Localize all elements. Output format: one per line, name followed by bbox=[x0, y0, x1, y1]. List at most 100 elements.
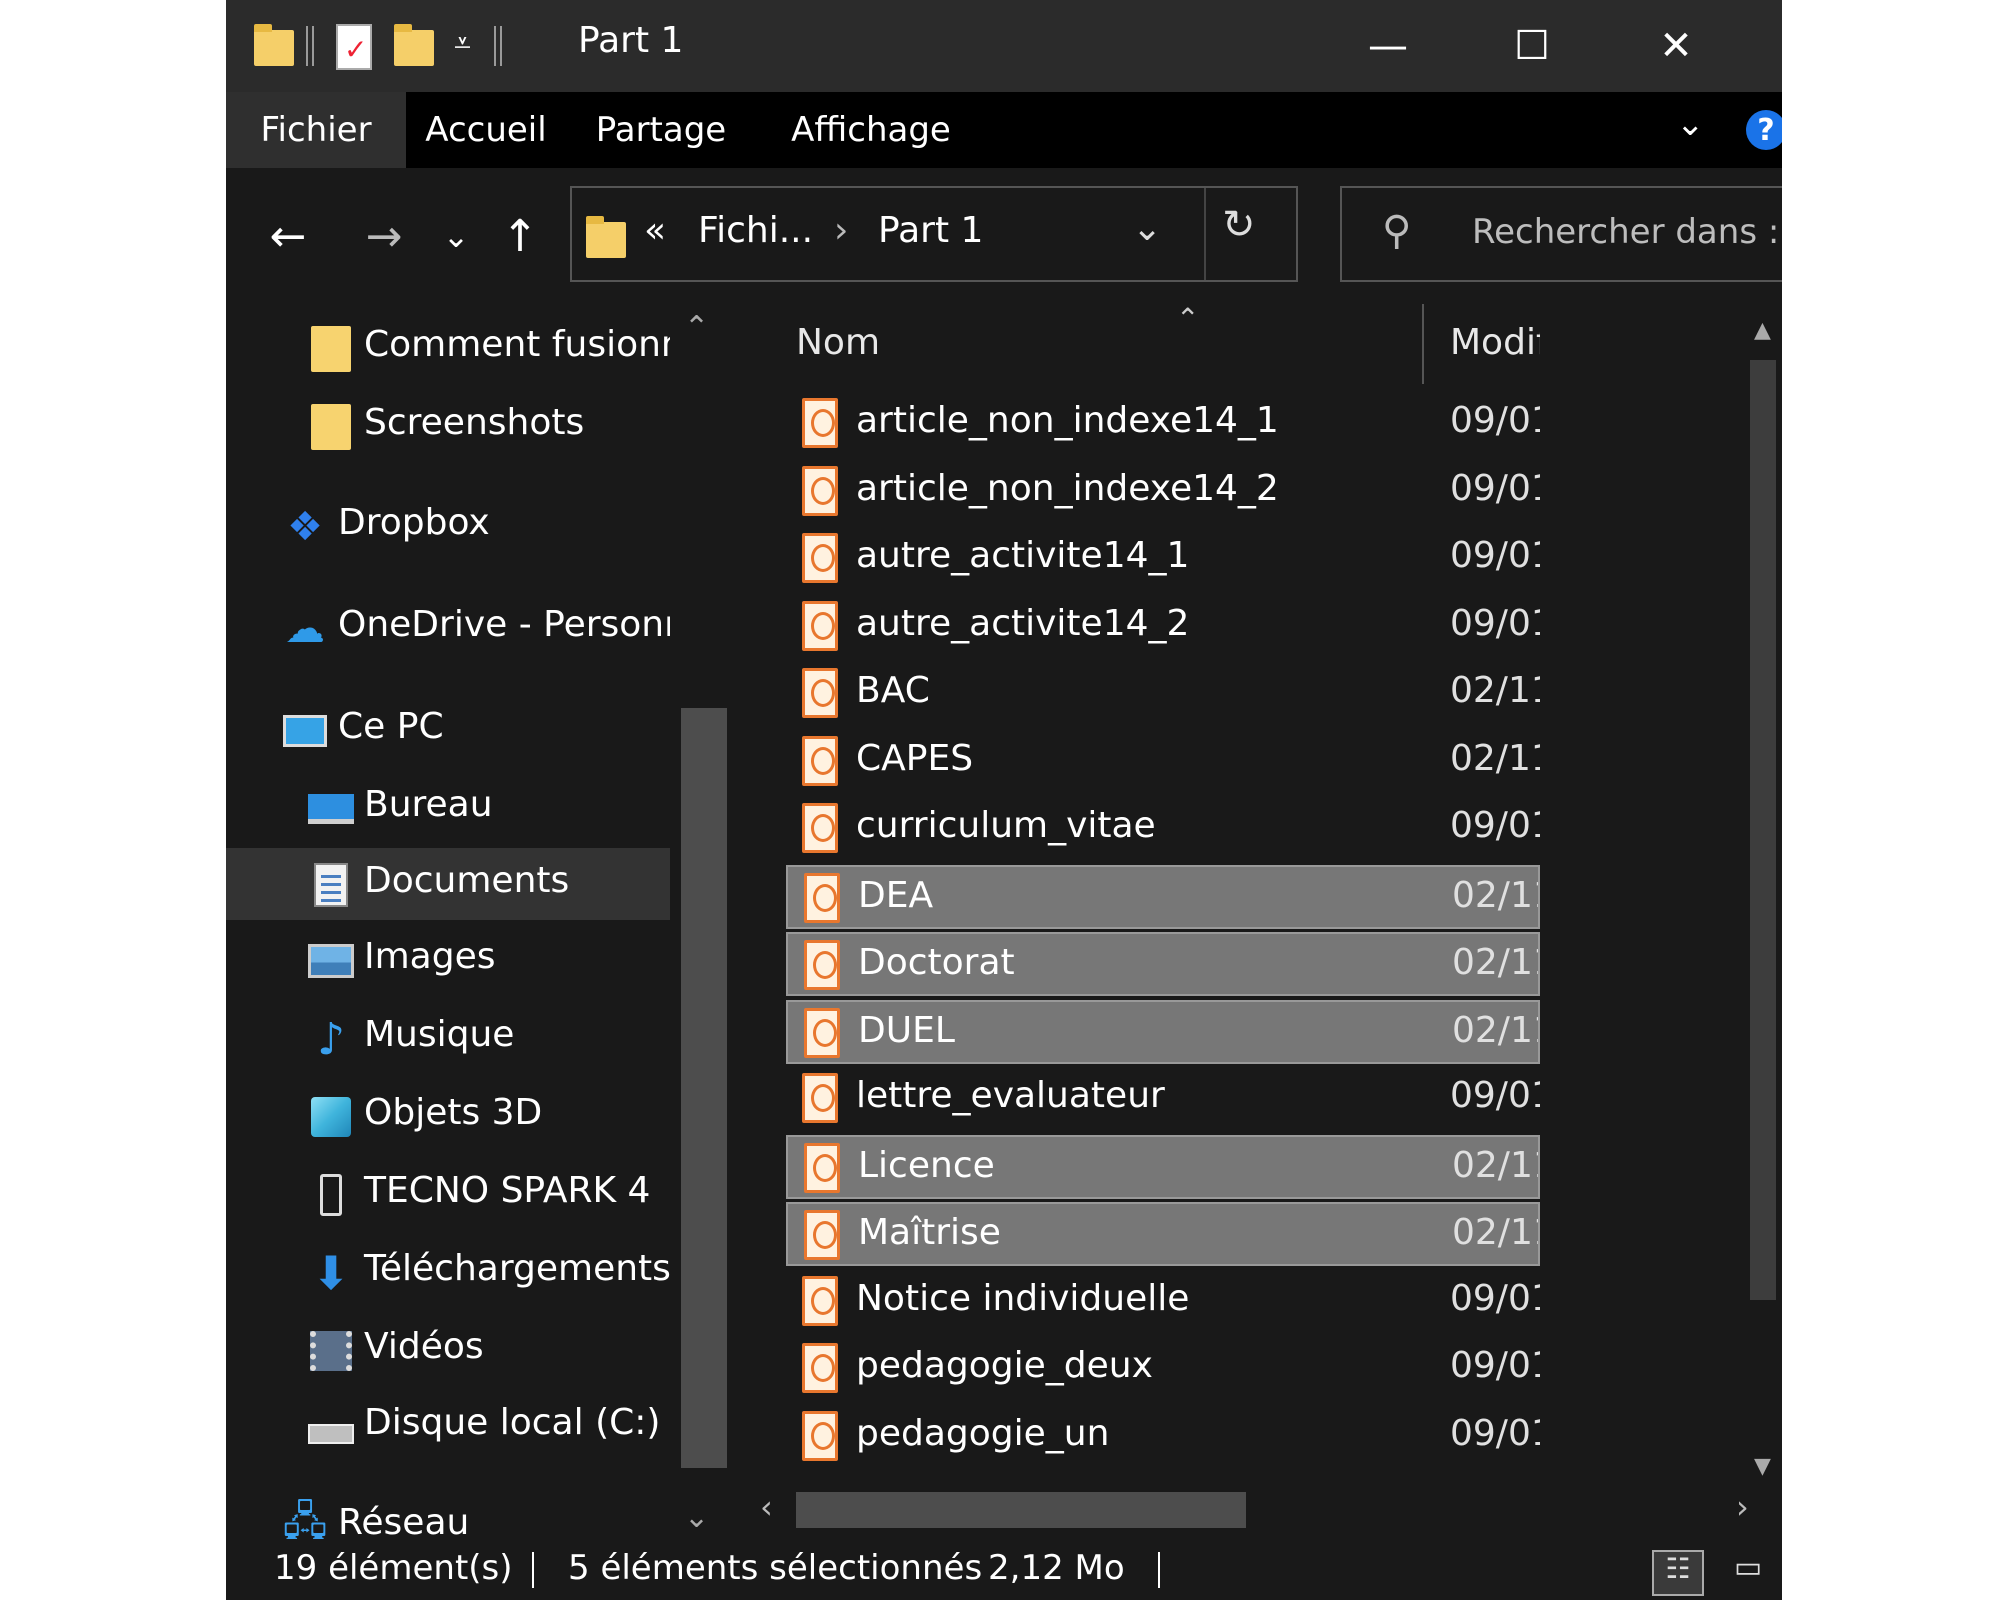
scroll-left-icon[interactable]: ‹ bbox=[760, 1488, 773, 1526]
network-icon: 🖧 bbox=[282, 1499, 328, 1540]
nav-item-label: OneDrive - Personnel bbox=[338, 604, 670, 645]
hscroll-thumb[interactable] bbox=[796, 1492, 1246, 1528]
download-icon: ⬇ bbox=[311, 1246, 351, 1300]
file-row[interactable]: pedagogie_deux 09/01/2 bbox=[786, 1337, 1540, 1401]
column-header-modifie[interactable]: Modifié le bbox=[1450, 322, 1540, 363]
tab-accueil[interactable]: Accueil bbox=[406, 92, 566, 168]
drive-icon bbox=[308, 1404, 354, 1450]
nav-item-label: Ce PC bbox=[338, 706, 444, 747]
overflow-icon[interactable]: « bbox=[644, 210, 666, 251]
scroll-right-icon[interactable]: › bbox=[1736, 1488, 1749, 1526]
horizontal-scrollbar[interactable]: ‹ › bbox=[736, 1480, 1782, 1540]
file-date: 09/01/2 bbox=[1450, 602, 1540, 644]
pdf-file-icon bbox=[804, 1210, 840, 1260]
nav-item-bureau[interactable]: Bureau bbox=[226, 772, 670, 844]
tab-partage[interactable]: Partage bbox=[566, 92, 756, 168]
computer-icon bbox=[282, 708, 328, 754]
new-folder-icon[interactable] bbox=[394, 24, 434, 66]
breadcrumb-chevron-icon[interactable]: › bbox=[834, 210, 848, 251]
nav-item-objets-3d[interactable]: Objets 3D bbox=[226, 1080, 670, 1152]
file-row[interactable]: autre_activite14_2 09/01/2 bbox=[786, 595, 1540, 659]
nav-item-screenshots[interactable]: Screenshots bbox=[226, 390, 670, 462]
nav-item-disque-local[interactable]: Disque local (C:) bbox=[226, 1390, 670, 1462]
search-icon: ⚲ bbox=[1382, 208, 1412, 254]
pdf-file-icon bbox=[802, 1410, 838, 1461]
refresh-icon[interactable]: ↻ bbox=[1222, 202, 1256, 248]
nav-item-reseau[interactable]: 🖧 Réseau bbox=[226, 1490, 670, 1540]
forward-arrow-icon[interactable]: → bbox=[354, 198, 414, 274]
nav-item-documents[interactable]: Documents bbox=[226, 848, 670, 920]
breadcrumb-part1[interactable]: Part 1 bbox=[878, 210, 983, 251]
file-scroll-down-icon[interactable]: ▼ bbox=[1754, 1454, 1771, 1479]
minimize-button[interactable]: — bbox=[1316, 0, 1460, 92]
file-row[interactable]: article_non_indexe14_2 09/01/2 bbox=[786, 460, 1540, 524]
nav-scroll-down-icon[interactable]: ⌄ bbox=[684, 1500, 709, 1535]
pdf-file-icon bbox=[802, 803, 838, 853]
large-icons-view-icon[interactable]: ▭ bbox=[1726, 1550, 1770, 1596]
nav-item-comment-fusionner[interactable]: Comment fusionner bbox=[226, 312, 670, 384]
details-view-icon[interactable]: ☷ bbox=[1652, 1550, 1704, 1596]
file-name: Notice individuelle bbox=[856, 1277, 1190, 1319]
column-divider[interactable] bbox=[1422, 304, 1424, 384]
phone-icon bbox=[308, 1172, 354, 1218]
item-count: 19 élément(s) bbox=[274, 1548, 513, 1588]
nav-item-label: Disque local (C:) bbox=[364, 1402, 661, 1443]
customize-qa-icon[interactable]: ⩡ bbox=[454, 26, 471, 61]
back-arrow-icon[interactable]: ← bbox=[258, 198, 318, 274]
file-date: 02/11/2 bbox=[1452, 942, 1538, 983]
close-button[interactable]: ✕ bbox=[1604, 0, 1748, 92]
file-row[interactable]: pedagogie_un 09/01/2 bbox=[786, 1405, 1540, 1469]
file-scroll-up-icon[interactable]: ▲ bbox=[1754, 318, 1771, 343]
nav-item-images[interactable]: Images bbox=[226, 924, 670, 996]
file-row[interactable]: curriculum_vitae 09/01/2 bbox=[786, 797, 1540, 861]
recent-locations-chevron-icon[interactable]: ⌄ bbox=[432, 198, 480, 274]
nav-scroll-up-icon[interactable]: ⌃ bbox=[684, 310, 709, 345]
file-row[interactable]: lettre_evaluateur 09/01/2 bbox=[786, 1067, 1540, 1131]
file-scrollbar-thumb[interactable] bbox=[1750, 360, 1776, 1300]
search-input[interactable]: ⚲ Rechercher dans : ... bbox=[1340, 186, 1782, 282]
nav-item-videos[interactable]: Vidéos bbox=[226, 1314, 670, 1386]
separator bbox=[1204, 188, 1206, 280]
separator bbox=[1158, 1552, 1160, 1588]
maximize-button[interactable]: ☐ bbox=[1460, 0, 1604, 92]
tab-fichier[interactable]: Fichier bbox=[226, 92, 406, 168]
properties-icon[interactable]: ✓ bbox=[336, 24, 372, 70]
file-row[interactable]: Licence 02/11/2 bbox=[786, 1134, 1540, 1199]
breadcrumb-fichiers[interactable]: Fichi... bbox=[698, 210, 813, 251]
ribbon-collapse-chevron-icon[interactable]: ⌄ bbox=[1676, 104, 1705, 144]
file-row[interactable]: article_non_indexe14_1 09/01/2 bbox=[786, 392, 1540, 456]
file-date: 02/11/2 bbox=[1452, 874, 1538, 916]
folder-icon bbox=[254, 24, 294, 66]
file-row[interactable]: CAPES 02/11/2 bbox=[786, 730, 1540, 794]
nav-item-ce-pc[interactable]: Ce PC bbox=[226, 694, 670, 766]
file-row[interactable]: Doctorat 02/11/2 bbox=[786, 932, 1540, 996]
documents-icon bbox=[308, 862, 354, 908]
file-row[interactable]: DUEL 02/11/2 bbox=[786, 999, 1540, 1064]
tab-affichage[interactable]: Affichage bbox=[756, 92, 986, 168]
address-dropdown-icon[interactable]: ⌄ bbox=[1132, 208, 1162, 249]
file-row[interactable]: Maîtrise 02/11/2 bbox=[786, 1202, 1540, 1266]
nav-item-tecno-spark[interactable]: TECNO SPARK 4 bbox=[226, 1158, 670, 1230]
file-name: Licence bbox=[858, 1144, 995, 1186]
nav-item-onedrive[interactable]: ☁ OneDrive - Personnel bbox=[226, 592, 670, 664]
up-arrow-icon[interactable]: ↑ bbox=[490, 198, 550, 274]
file-row[interactable]: DEA 02/11/2 bbox=[786, 864, 1540, 929]
file-row[interactable]: Notice individuelle 09/01/2 bbox=[786, 1270, 1540, 1334]
nav-item-label: TECNO SPARK 4 bbox=[364, 1170, 651, 1211]
file-row[interactable]: autre_activite14_1 09/01/2 bbox=[786, 527, 1540, 591]
nav-scrollbar-thumb[interactable] bbox=[681, 708, 727, 1468]
file-row[interactable]: BAC 02/11/2 bbox=[786, 662, 1540, 726]
nav-item-musique[interactable]: ♪ Musique bbox=[226, 1002, 670, 1074]
pdf-file-icon bbox=[804, 1007, 840, 1058]
file-name: BAC bbox=[856, 670, 930, 711]
nav-item-telechargements[interactable]: ⬇ Téléchargements bbox=[226, 1236, 670, 1308]
pdf-file-icon bbox=[804, 1142, 840, 1193]
nav-item-dropbox[interactable]: ❖ Dropbox bbox=[226, 490, 670, 562]
help-icon[interactable]: ? bbox=[1746, 110, 1782, 150]
nav-item-label: Comment fusionner bbox=[364, 324, 670, 365]
file-date: 02/11/2 bbox=[1452, 1212, 1538, 1253]
pdf-file-icon bbox=[802, 600, 838, 651]
selection-size: 2,12 Mo bbox=[988, 1548, 1125, 1588]
address-bar[interactable]: « Fichi... › Part 1 ⌄ ↻ bbox=[570, 186, 1298, 282]
column-header-nom[interactable]: Nom bbox=[796, 322, 880, 363]
